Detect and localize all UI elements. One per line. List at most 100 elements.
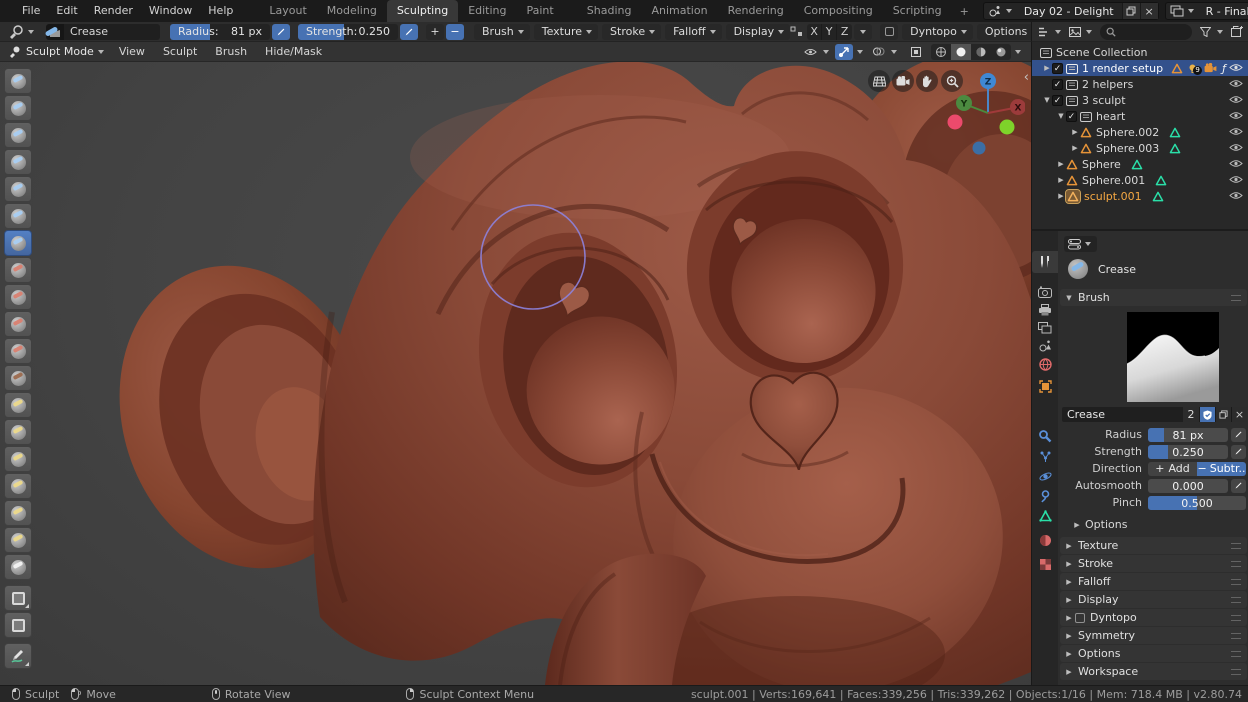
visibility-eye-icon[interactable] bbox=[1229, 175, 1243, 184]
outliner-row-sphere[interactable]: ▶ Sphere bbox=[1032, 156, 1248, 172]
direction-subtract-button[interactable]: − Subtr.. bbox=[1197, 461, 1246, 476]
options-panel-header[interactable]: ▶ Options bbox=[1060, 645, 1247, 662]
outliner-search-input[interactable] bbox=[1116, 26, 1186, 37]
tab-sculpting[interactable]: Sculpting bbox=[386, 0, 459, 22]
camera-view-button[interactable] bbox=[892, 70, 914, 92]
tool-box-hide[interactable] bbox=[4, 612, 32, 638]
collection-checkbox[interactable]: ✓ bbox=[1052, 94, 1063, 106]
texture-panel-header[interactable]: ▶ Texture bbox=[1060, 537, 1247, 554]
tab-animation[interactable]: Animation bbox=[641, 0, 717, 22]
outliner-row-heart-collection[interactable]: ▼ ✓ heart bbox=[1032, 108, 1248, 124]
tab-scripting[interactable]: Scripting bbox=[883, 0, 952, 22]
autosmooth-pressure-button[interactable] bbox=[1231, 478, 1246, 493]
dyntopo-panel-header[interactable]: ▶ Dyntopo bbox=[1060, 609, 1247, 626]
menu-help[interactable]: Help bbox=[200, 0, 241, 22]
dyntopo-dropdown[interactable]: Dyntopo bbox=[902, 23, 973, 40]
symmetry-options-caret[interactable] bbox=[854, 23, 873, 40]
panel-grip[interactable] bbox=[1231, 294, 1241, 301]
axis-neg-z-handle[interactable] bbox=[972, 141, 986, 155]
visibility-eye-icon[interactable] bbox=[1229, 191, 1243, 200]
tab-modeling[interactable]: Modeling bbox=[317, 0, 387, 22]
hide-mask-menu[interactable]: Hide/Mask bbox=[256, 42, 331, 62]
direction-add-button[interactable]: + Add bbox=[1148, 461, 1197, 476]
properties-editor-type-button[interactable] bbox=[1064, 236, 1097, 252]
dyntopo-checkbox[interactable] bbox=[880, 23, 899, 40]
view-layer-name[interactable]: R - Final bbox=[1198, 5, 1248, 18]
tool-elastic-deform[interactable] bbox=[4, 419, 32, 445]
scene-dropdown-caret[interactable] bbox=[1005, 9, 1012, 13]
strength-slider[interactable]: Strength: 0.250 bbox=[298, 23, 398, 40]
tab-modifier-properties[interactable] bbox=[1032, 425, 1058, 447]
tool-grab[interactable] bbox=[4, 392, 32, 418]
axis-neg-x-handle[interactable] bbox=[947, 114, 963, 130]
symmetry-x-toggle[interactable]: X bbox=[807, 23, 823, 40]
scene-name[interactable]: Day 02 - Delight bbox=[1016, 5, 1122, 18]
tab-texture-paint[interactable]: Texture Paint bbox=[517, 0, 577, 22]
brush-panel-header[interactable]: ▼ Brush bbox=[1060, 289, 1247, 306]
xray-toggle-button[interactable] bbox=[907, 44, 925, 60]
tab-constraint-properties[interactable] bbox=[1032, 485, 1058, 507]
menu-render[interactable]: Render bbox=[86, 0, 141, 22]
tool-clay-strips[interactable] bbox=[4, 122, 32, 148]
outliner-filter-button[interactable] bbox=[1198, 24, 1213, 40]
tool-rotate[interactable] bbox=[4, 500, 32, 526]
texture-dropdown[interactable]: Texture bbox=[533, 23, 599, 40]
workspace-panel-header[interactable]: ▶ Workspace bbox=[1060, 663, 1247, 680]
outliner-row-sphere-002[interactable]: ▶ Sphere.002 bbox=[1032, 124, 1248, 140]
dyntopo-checkbox[interactable] bbox=[1075, 612, 1085, 623]
tab-layout[interactable]: Layout bbox=[259, 0, 316, 22]
tool-snake-hook[interactable] bbox=[4, 446, 32, 472]
radius-slider[interactable]: Radius: 81 px bbox=[170, 23, 270, 40]
tool-slide-relax[interactable] bbox=[4, 527, 32, 553]
axis-neg-y-handle[interactable] bbox=[999, 119, 1015, 135]
pinch-value-slider[interactable]: 0.500 bbox=[1148, 495, 1246, 510]
display-panel-header[interactable]: ▶ Display bbox=[1060, 591, 1247, 608]
tool-fill[interactable] bbox=[4, 311, 32, 337]
tab-texture-properties[interactable] bbox=[1032, 553, 1058, 575]
shading-wireframe-button[interactable] bbox=[931, 44, 951, 60]
tab-physics-properties[interactable] bbox=[1032, 465, 1058, 487]
axis-gizmo[interactable]: Z Y X bbox=[945, 67, 1025, 162]
stroke-dropdown[interactable]: Stroke bbox=[602, 23, 662, 40]
tool-thumb[interactable] bbox=[4, 473, 32, 499]
visibility-eye-icon[interactable] bbox=[1229, 95, 1243, 104]
stroke-panel-header[interactable]: ▶ Stroke bbox=[1060, 555, 1247, 572]
symmetry-z-toggle[interactable]: Z bbox=[837, 23, 853, 40]
tab-world-properties[interactable] bbox=[1032, 353, 1058, 375]
visibility-eye-icon[interactable] bbox=[1229, 79, 1243, 88]
falloff-dropdown[interactable]: Falloff bbox=[665, 23, 722, 40]
outliner-row-sphere-003[interactable]: ▶ Sphere.003 bbox=[1032, 140, 1248, 156]
strength-pressure-button[interactable] bbox=[1231, 444, 1246, 459]
visibility-eye-icon[interactable] bbox=[1229, 127, 1243, 136]
tool-draw[interactable] bbox=[4, 68, 32, 94]
visibility-eye-icon[interactable] bbox=[1229, 63, 1243, 72]
display-dropdown[interactable]: Display bbox=[725, 23, 791, 40]
pan-view-button[interactable] bbox=[916, 70, 938, 92]
outliner-row-sphere-001[interactable]: ▶ Sphere.001 bbox=[1032, 172, 1248, 188]
direction-add-toggle[interactable]: + bbox=[426, 23, 444, 40]
tab-particle-properties[interactable] bbox=[1032, 445, 1058, 467]
view-layer-dropdown-caret[interactable] bbox=[1187, 9, 1194, 13]
tool-clay[interactable] bbox=[4, 95, 32, 121]
tool-annotate[interactable] bbox=[4, 643, 32, 669]
outliner-row-sculpt-001[interactable]: ▶ sculpt.001 bbox=[1032, 188, 1248, 204]
outliner-filter-image-button[interactable] bbox=[1067, 24, 1082, 40]
tool-blob[interactable] bbox=[4, 203, 32, 229]
object-visibility-button[interactable] bbox=[801, 44, 819, 60]
menu-edit[interactable]: Edit bbox=[48, 0, 85, 22]
collection-checkbox[interactable]: ✓ bbox=[1066, 110, 1077, 122]
new-collection-button[interactable] bbox=[1229, 24, 1244, 40]
shading-dropdown-caret[interactable] bbox=[1015, 49, 1021, 54]
brush-name-field[interactable]: Crease bbox=[1062, 407, 1183, 422]
falloff-panel-header[interactable]: ▶ Falloff bbox=[1060, 573, 1247, 590]
overlays-button[interactable] bbox=[869, 44, 887, 60]
shading-material-button[interactable] bbox=[971, 44, 991, 60]
tool-smooth[interactable] bbox=[4, 257, 32, 283]
strength-value-slider[interactable]: 0.250 bbox=[1148, 444, 1228, 459]
brush-users-count[interactable]: 2 bbox=[1183, 407, 1199, 422]
tool-inflate[interactable] bbox=[4, 176, 32, 202]
mode-selector[interactable]: Sculpt Mode bbox=[4, 43, 110, 61]
autosmooth-value-slider[interactable]: 0.000 bbox=[1148, 478, 1228, 493]
outliner-row-helpers[interactable]: ✓ 2 helpers bbox=[1032, 76, 1248, 92]
sculpture-canvas[interactable] bbox=[0, 62, 1031, 685]
